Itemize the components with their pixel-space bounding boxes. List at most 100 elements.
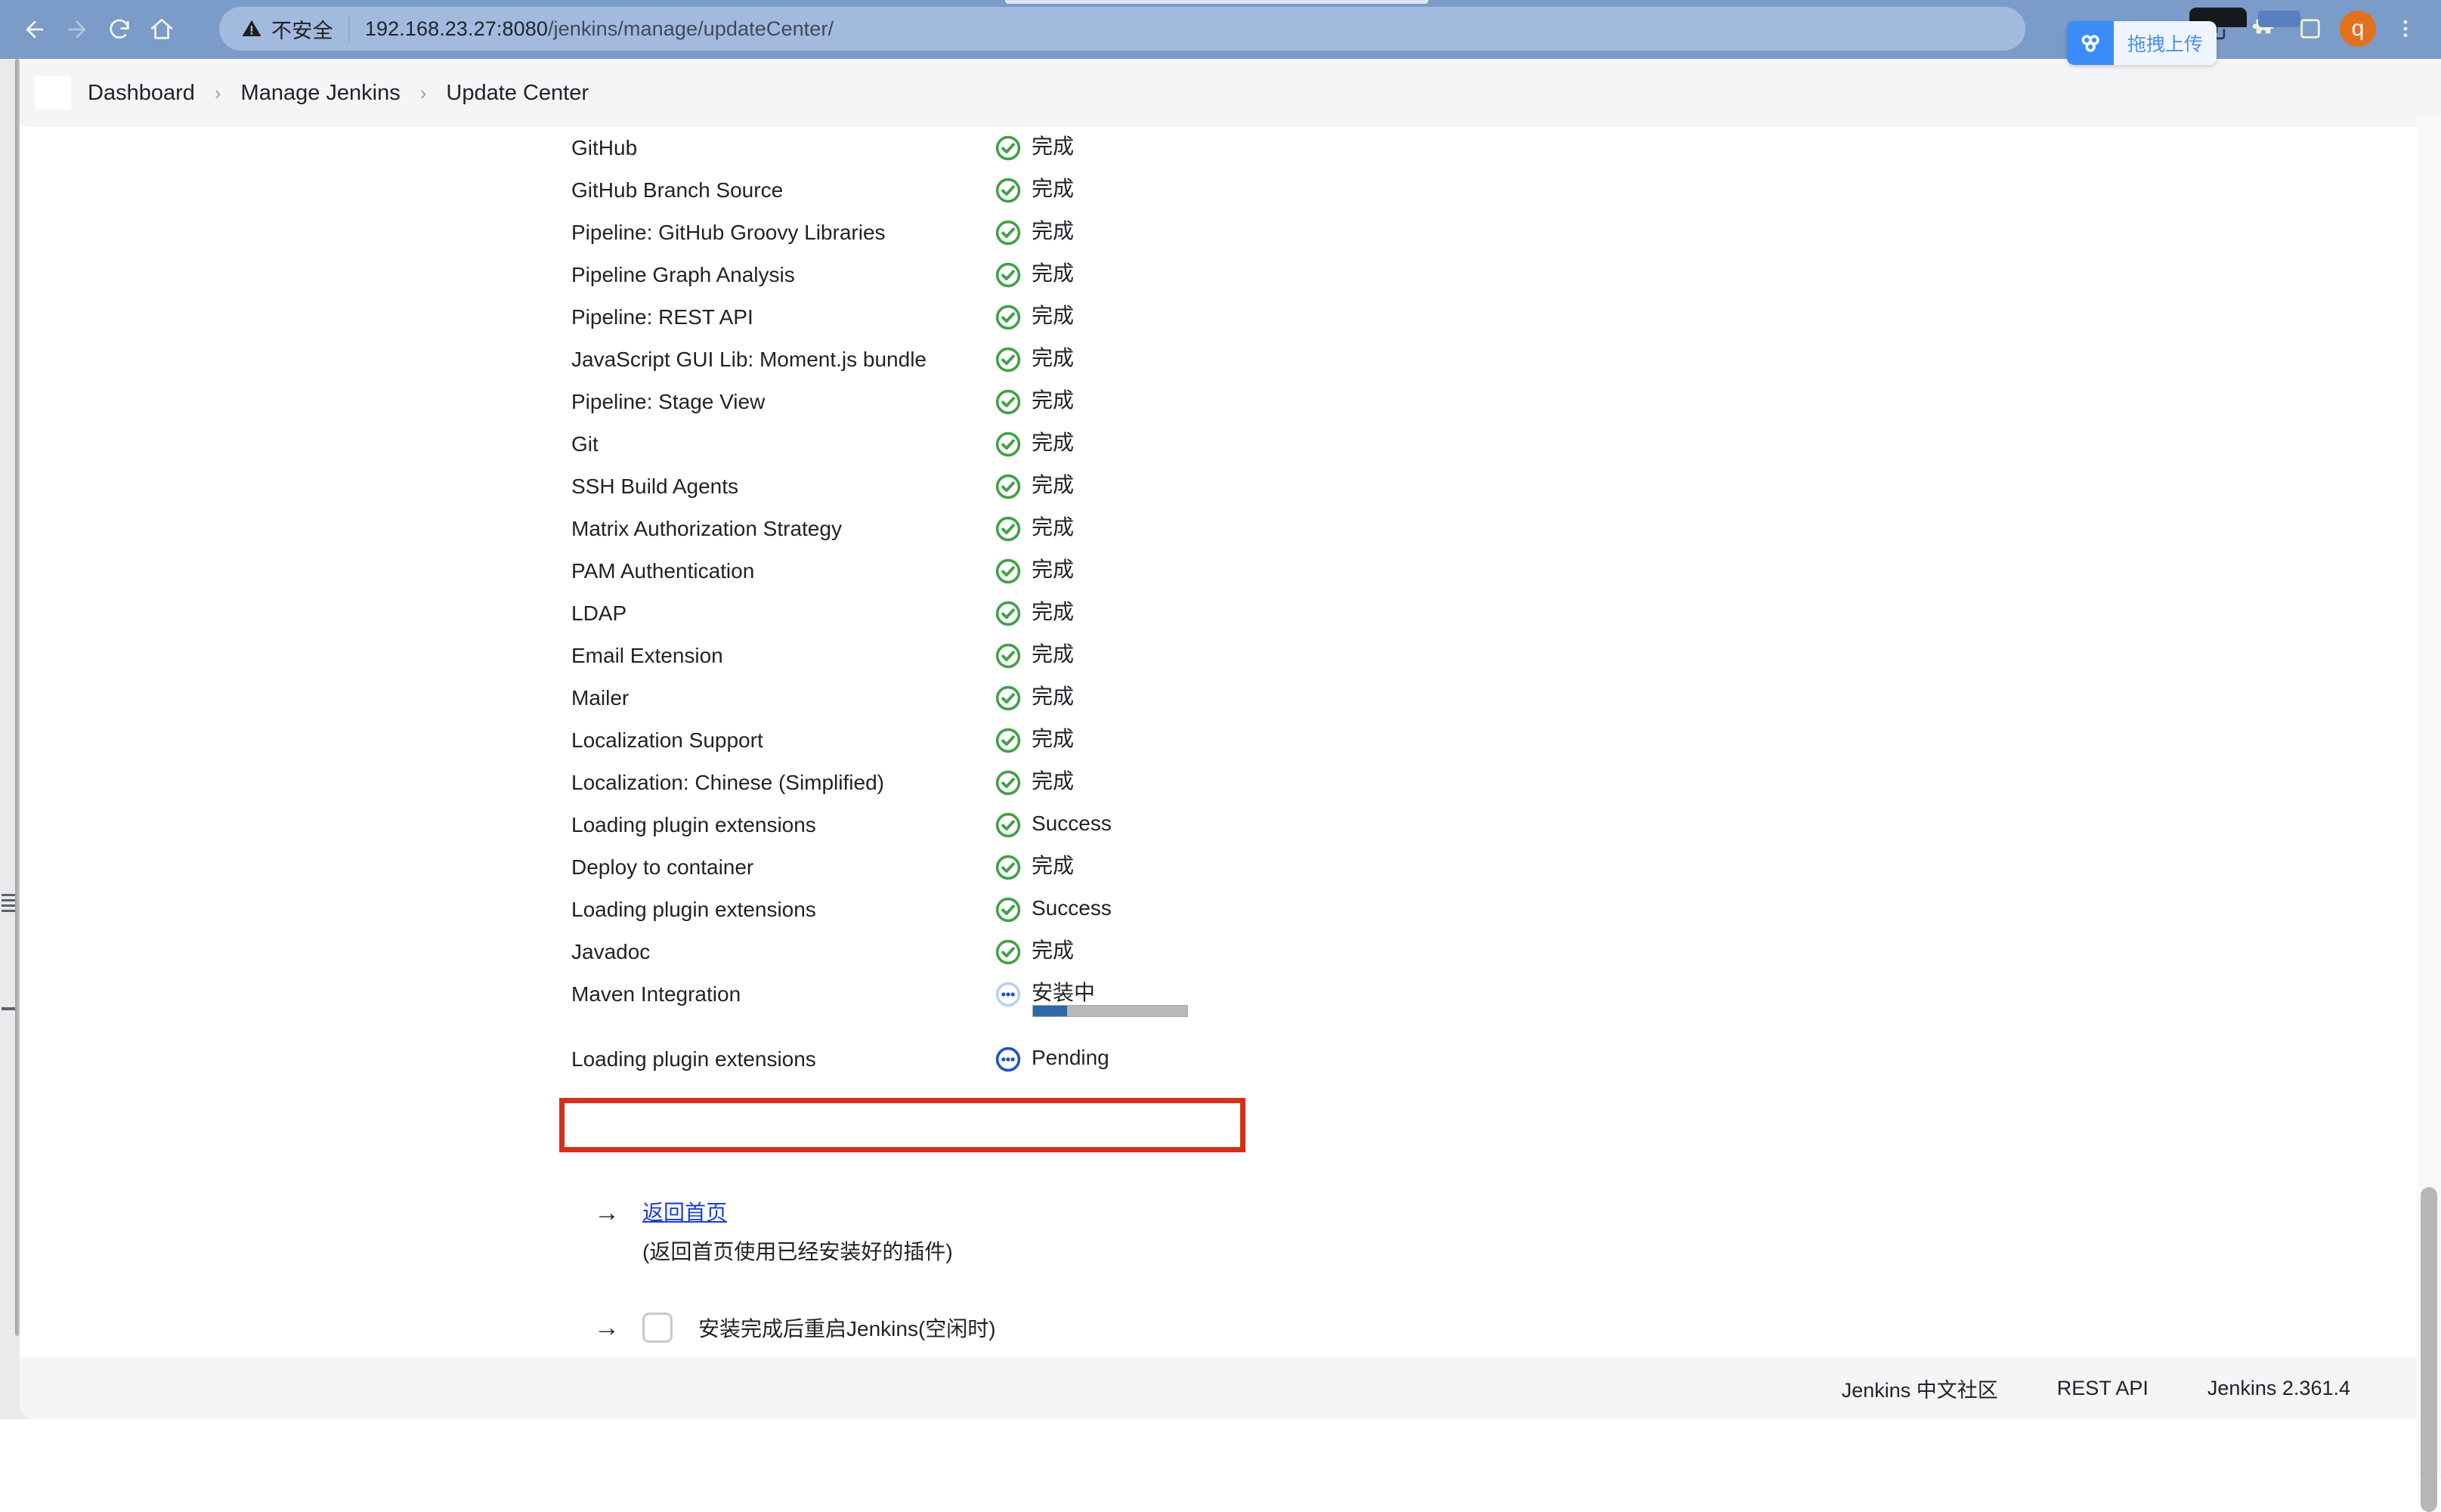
url-text: 192.168.23.27:8080/jenkins/manage/update… [365, 17, 834, 41]
breadcrumb-item-manage-jenkins[interactable]: Manage Jenkins [241, 81, 401, 106]
address-bar[interactable]: 不安全 192.168.23.27:8080/jenkins/manage/up… [219, 7, 2025, 51]
plugin-status: 完成 [995, 550, 1074, 591]
plugin-status: 完成 [995, 592, 1074, 633]
plugin-row: Localization: Chinese (Simplified) 完成 [571, 762, 1856, 804]
plugin-name: PAM Authentication [571, 559, 755, 583]
check-circle-icon [995, 558, 1022, 585]
check-circle-icon [995, 135, 1022, 162]
plugin-name: Localization: Chinese (Simplified) [571, 771, 884, 794]
home-icon[interactable] [141, 11, 183, 48]
plugin-status-label: 完成 [1032, 727, 1075, 750]
plugin-status-label: 完成 [1032, 558, 1075, 581]
security-indicator[interactable]: 不安全 [240, 14, 333, 44]
plugin-name: Pipeline Graph Analysis [571, 263, 795, 286]
chrome-menu-icon[interactable] [2382, 6, 2429, 51]
plugin-row: GitHub Branch Source 完成 [571, 169, 1856, 212]
check-circle-icon [995, 515, 1022, 543]
plugin-row: Pipeline Graph Analysis 完成 [571, 254, 1856, 296]
plugin-status: 完成 [995, 719, 1074, 760]
plugin-status-label: 完成 [1032, 261, 1075, 285]
plugin-status: 完成 [995, 465, 1074, 506]
check-circle-icon [995, 812, 1022, 839]
plugin-name: Maven Integration [571, 982, 741, 1006]
plugin-status-label: Pending [1032, 1046, 1109, 1069]
tab-notch-blue [2258, 11, 2300, 27]
plugin-name: Javadoc [571, 940, 651, 963]
plugin-row: Pipeline: Stage View 完成 [571, 381, 1856, 423]
page-scrollbar-thumb[interactable] [2421, 1187, 2437, 1512]
plugin-status: 完成 [995, 296, 1074, 337]
plugin-name: Pipeline: GitHub Groovy Libraries [571, 221, 886, 244]
post-install-actions: → 返回首页 (返回首页使用已经安装好的插件) → 安装完成后重启Jenkins… [594, 1196, 996, 1344]
plugin-status: 完成 [995, 254, 1074, 295]
back-arrow-icon[interactable] [14, 11, 56, 48]
plugin-name: Pipeline: Stage View [571, 390, 766, 413]
plugin-name: LDAP [571, 601, 627, 625]
plugin-row: Localization Support 完成 [571, 719, 1856, 762]
avatar[interactable]: q [2340, 11, 2376, 47]
page-scrollbar-track[interactable] [2417, 118, 2441, 1512]
baidu-netdisk-icon [2067, 21, 2114, 65]
breadcrumb-item-update-center[interactable]: Update Center [446, 81, 589, 106]
plugin-row: Pipeline: GitHub Groovy Libraries 完成 [571, 212, 1856, 254]
jenkins-logo [35, 76, 71, 110]
check-circle-icon [995, 304, 1022, 331]
plugin-status-label: 完成 [1032, 600, 1075, 623]
arrow-right-icon: → [594, 1198, 620, 1227]
plugin-status-label: Success [1032, 812, 1112, 835]
check-circle-icon [995, 896, 1022, 923]
plugin-name: GitHub [571, 136, 638, 159]
plugin-row: Loading plugin extensions Success [571, 804, 1856, 846]
plugin-status: Pending [995, 1038, 1109, 1079]
install-progress-fill [1033, 1006, 1067, 1016]
url-path: /jenkins/manage/updateCenter/ [547, 17, 834, 40]
pending-dots-icon [995, 1046, 1022, 1073]
restart-row: → 安装完成后重启Jenkins(空闲时) [594, 1311, 996, 1344]
plugin-name: Loading plugin extensions [571, 1047, 816, 1071]
plugin-status-label: 完成 [1032, 304, 1075, 327]
return-home-link[interactable]: 返回首页 [642, 1196, 727, 1229]
check-circle-icon [995, 388, 1022, 416]
reload-icon[interactable] [98, 11, 141, 48]
baidu-netdisk-upload-bubble[interactable]: 拖拽上传 [2067, 21, 2217, 65]
check-circle-icon [995, 261, 1022, 289]
plugin-status: 完成 [995, 931, 1074, 972]
breadcrumb-separator-1: › [214, 81, 221, 104]
plugin-status: Success [995, 889, 1112, 929]
plugin-status-label: 完成 [1032, 346, 1075, 369]
check-circle-icon [995, 600, 1022, 627]
plugin-name: Loading plugin extensions [571, 813, 816, 836]
plugin-status: Success [995, 804, 1112, 845]
plugin-status-label: 完成 [1032, 769, 1075, 793]
footer-link-rest-api[interactable]: REST API [2057, 1377, 2149, 1400]
plugin-status-label: 完成 [1032, 642, 1075, 666]
plugin-name: Email Extension [571, 644, 723, 667]
plugin-row: GitHub 完成 [571, 127, 1856, 169]
plugin-row: Javadoc 完成 [571, 931, 1856, 973]
footer-link-community[interactable]: Jenkins 中文社区 [1842, 1374, 1998, 1403]
warning-triangle-icon [242, 20, 261, 36]
annotation-highlight-box [559, 1098, 1245, 1152]
breadcrumb-item-dashboard[interactable]: Dashboard [88, 81, 195, 106]
check-circle-icon [995, 642, 1022, 669]
plugin-row: Git 完成 [571, 423, 1856, 465]
plugin-name: Matrix Authorization Strategy [571, 517, 842, 540]
arrow-right-icon-2: → [594, 1313, 620, 1342]
check-circle-icon [995, 769, 1022, 796]
avatar-initial: q [2351, 16, 2365, 41]
plugin-row: Loading plugin extensions Success [571, 889, 1856, 931]
plugin-row: SSH Build Agents 完成 [571, 465, 1856, 508]
plugin-status: 完成 [995, 423, 1074, 464]
restart-when-idle-checkbox[interactable] [642, 1313, 673, 1343]
plugin-status: 完成 [995, 127, 1074, 168]
plugin-status: 安装中 [995, 973, 1188, 1017]
plugin-status-label: 完成 [1032, 388, 1075, 412]
plugin-row: Email Extension 完成 [571, 635, 1856, 677]
plugin-row: JavaScript GUI Lib: Moment.js bundle 完成 [571, 339, 1856, 381]
main-content: GitHub 完成 GitHub Branch Source 完成 Pipeline… [20, 127, 2441, 1359]
jenkins-app-frame: Dashboard › Manage Jenkins › Update Cent… [20, 59, 2441, 1419]
forward-arrow-icon[interactable] [56, 11, 98, 48]
tab-strip-remnant [1005, 0, 1428, 4]
check-circle-icon [995, 431, 1022, 458]
plugin-row: Mailer 完成 [571, 677, 1856, 719]
